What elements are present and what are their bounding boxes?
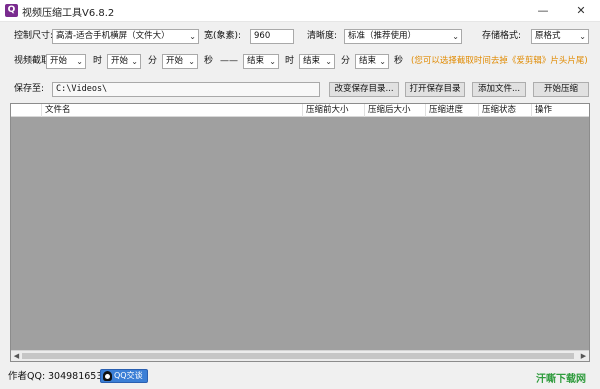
qq-penguin-icon bbox=[103, 371, 112, 381]
clarity-label: 清晰度: bbox=[307, 31, 338, 41]
file-list-table[interactable]: 文件名 压缩前大小 压缩后大小 压缩进度 压缩状态 操作 ◀ ▶ bbox=[10, 103, 590, 362]
control-size-value: 高清-适合手机横屏（文件大） bbox=[56, 31, 170, 41]
scroll-left-icon[interactable]: ◀ bbox=[11, 351, 22, 361]
start-minute-select[interactable]: 开始 ⌄ bbox=[107, 54, 141, 69]
start-hour-value: 开始 bbox=[50, 56, 68, 66]
chevron-down-icon: ⌄ bbox=[325, 57, 332, 66]
clarity-value: 标准（推荐使用） bbox=[348, 31, 417, 41]
end-second-value: 结束 bbox=[359, 56, 377, 66]
column-header-filename[interactable]: 文件名 bbox=[41, 104, 302, 117]
app-icon: Q bbox=[5, 4, 18, 17]
chevron-down-icon: ⌄ bbox=[189, 32, 196, 41]
column-header-status[interactable]: 压缩状态 bbox=[478, 104, 531, 117]
scroll-right-icon[interactable]: ▶ bbox=[578, 351, 589, 361]
end-hour-select[interactable]: 结束 ⌄ bbox=[243, 54, 279, 69]
chevron-down-icon: ⌄ bbox=[76, 57, 83, 66]
end-hour-value: 结束 bbox=[247, 56, 265, 66]
width-input[interactable]: 960 bbox=[250, 29, 294, 44]
author-qq-label: 作者QQ: bbox=[8, 371, 46, 382]
column-header-action[interactable]: 操作 bbox=[531, 104, 589, 117]
minute-unit-label: 分 bbox=[148, 56, 158, 66]
column-header-size-before[interactable]: 压缩前大小 bbox=[302, 104, 364, 117]
clarity-select[interactable]: 标准（推荐使用） ⌄ bbox=[344, 29, 462, 44]
column-header-blank bbox=[11, 104, 41, 117]
format-label: 存储格式: bbox=[482, 31, 522, 41]
add-file-button[interactable]: 添加文件... bbox=[472, 82, 526, 97]
close-button[interactable]: ✕ bbox=[562, 0, 600, 22]
control-size-label: 控制尺寸: bbox=[14, 31, 54, 41]
chevron-down-icon: ⌄ bbox=[188, 57, 195, 66]
minimize-button[interactable]: — bbox=[524, 0, 562, 22]
save-to-label: 保存至: bbox=[14, 84, 45, 94]
start-compress-button[interactable]: 开始压缩 bbox=[533, 82, 589, 97]
end-second-select[interactable]: 结束 ⌄ bbox=[355, 54, 389, 69]
end-minute-value: 结束 bbox=[303, 56, 321, 66]
title-bar: Q 视频压缩工具V6.8.2 — ✕ bbox=[0, 0, 600, 22]
width-label: 宽(象素): bbox=[204, 31, 242, 41]
open-save-dir-button[interactable]: 打开保存目录 bbox=[405, 82, 465, 97]
column-header-size-after[interactable]: 压缩后大小 bbox=[364, 104, 425, 117]
format-value: 原格式 bbox=[535, 31, 561, 41]
start-minute-value: 开始 bbox=[111, 56, 129, 66]
format-select[interactable]: 原格式 ⌄ bbox=[531, 29, 589, 44]
qq-chat-button[interactable]: QQ交谈 bbox=[100, 369, 148, 383]
hour-unit-label-end: 时 bbox=[285, 56, 295, 66]
clip-hint-text: (您可以选择截取时间去掉《爱剪辑》片头片尾) bbox=[411, 56, 588, 66]
save-path-field[interactable]: C:\Videos\ bbox=[52, 82, 320, 97]
chevron-down-icon: ⌄ bbox=[579, 32, 586, 41]
second-unit-label-end: 秒 bbox=[394, 56, 404, 66]
start-second-select[interactable]: 开始 ⌄ bbox=[162, 54, 198, 69]
window-title: 视频压缩工具V6.8.2 bbox=[22, 8, 115, 19]
column-header-progress[interactable]: 压缩进度 bbox=[425, 104, 478, 117]
start-hour-select[interactable]: 开始 ⌄ bbox=[46, 54, 86, 69]
table-header: 文件名 压缩前大小 压缩后大小 压缩进度 压缩状态 操作 bbox=[11, 104, 589, 117]
chevron-down-icon: ⌄ bbox=[379, 57, 386, 66]
site-watermark: 汗嘶下载网 bbox=[536, 374, 586, 385]
start-second-value: 开始 bbox=[166, 56, 184, 66]
horizontal-scrollbar[interactable]: ◀ ▶ bbox=[11, 350, 589, 361]
control-size-select[interactable]: 高清-适合手机横屏（文件大） ⌄ bbox=[52, 29, 199, 44]
end-minute-select[interactable]: 结束 ⌄ bbox=[299, 54, 335, 69]
hour-unit-label: 时 bbox=[93, 56, 103, 66]
chevron-down-icon: ⌄ bbox=[269, 57, 276, 66]
second-unit-label: 秒 bbox=[204, 56, 214, 66]
change-save-dir-button[interactable]: 改变保存目录... bbox=[329, 82, 399, 97]
minute-unit-label-end: 分 bbox=[341, 56, 351, 66]
qq-chat-label: QQ交谈 bbox=[114, 371, 143, 380]
chevron-down-icon: ⌄ bbox=[131, 57, 138, 66]
chevron-down-icon: ⌄ bbox=[452, 32, 459, 41]
scrollbar-thumb[interactable] bbox=[22, 353, 574, 359]
range-dash: —— bbox=[220, 56, 238, 66]
